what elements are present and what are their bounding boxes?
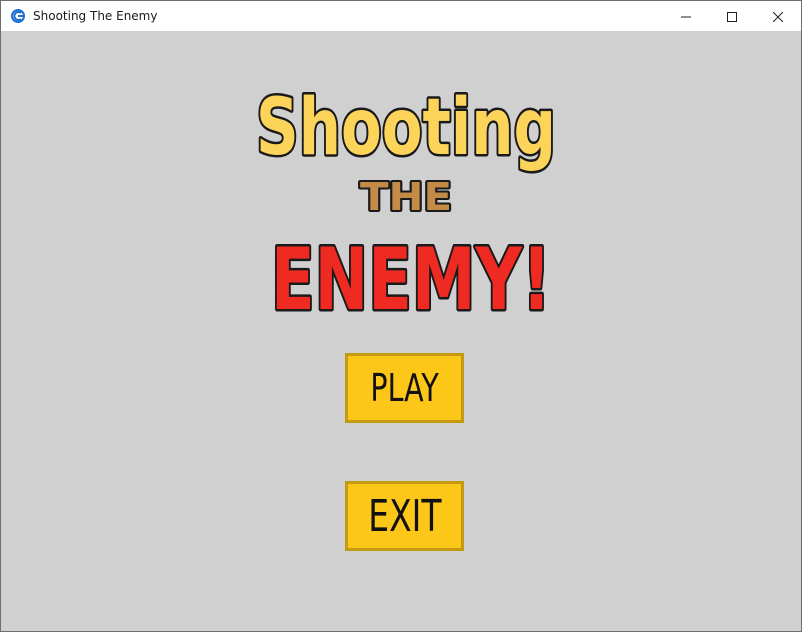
game-logo: Shooting THE ENEMY! — [241, 59, 571, 333]
title-bar[interactable]: Shooting The Enemy — [1, 1, 801, 31]
minimize-icon — [681, 7, 691, 26]
maximize-icon — [727, 7, 737, 26]
exit-button[interactable]: EXIT — [345, 481, 464, 551]
window-controls — [663, 1, 801, 31]
play-button-label: PLAY — [370, 366, 439, 410]
play-button[interactable]: PLAY — [345, 353, 464, 423]
logo-line-the: THE — [360, 175, 452, 219]
exit-button-label: EXIT — [367, 490, 442, 542]
app-icon — [10, 8, 26, 24]
game-canvas: Shooting THE ENEMY! PLAY EXIT — [1, 31, 801, 631]
minimize-button[interactable] — [663, 1, 709, 31]
maximize-button[interactable] — [709, 1, 755, 31]
logo-line-enemy: ENEMY! — [271, 230, 551, 330]
close-icon — [772, 7, 784, 26]
game-window: Shooting The Enemy Shooting THE ENEMY! P… — [0, 0, 802, 632]
close-button[interactable] — [755, 1, 801, 31]
window-title: Shooting The Enemy — [33, 9, 158, 23]
logo-line-shooting: Shooting — [256, 83, 556, 173]
